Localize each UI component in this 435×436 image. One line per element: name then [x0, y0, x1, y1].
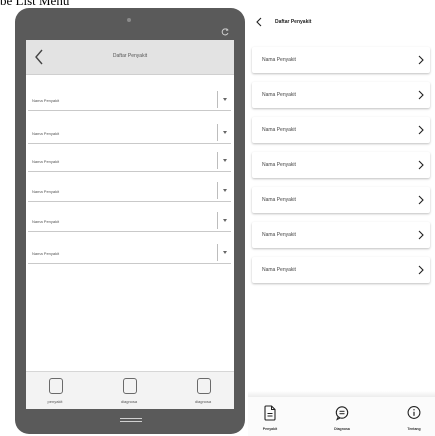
- disease-name-label: Nama Penyakit: [32, 251, 60, 256]
- nav-label: Penyakit: [262, 427, 278, 431]
- disease-name-label: Nama Penyakit: [262, 127, 296, 133]
- chevron-right-icon: [418, 160, 424, 170]
- page-title: Daftar Penyakit: [112, 53, 148, 59]
- nav-label: penyakit: [47, 399, 63, 404]
- phone-frame: Daftar Penyakit Nama Penyakit Nama Penya…: [15, 8, 245, 434]
- dropdown-arrow-icon[interactable]: [223, 159, 227, 162]
- disease-name-label: Nama Penyakit: [262, 57, 296, 63]
- divider: [217, 124, 218, 141]
- chevron-right-icon: [418, 195, 424, 205]
- divider: [217, 91, 218, 108]
- chevron-right-icon: [418, 55, 424, 65]
- nav-label: diagnosa: [120, 399, 138, 404]
- disease-name-label: Nama Penyakit: [262, 267, 296, 273]
- disease-name-label: Nama Penyakit: [262, 232, 296, 238]
- placeholder-icon: [123, 378, 137, 394]
- chat-icon: [335, 406, 349, 421]
- nav-diagnosa[interactable]: Diagnosa: [322, 397, 362, 436]
- disease-list-item[interactable]: Nama Penyakit: [252, 152, 430, 178]
- page-title: Daftar Penyakit: [275, 19, 312, 25]
- disease-dropdown-row[interactable]: Nama Penyakit: [28, 180, 231, 202]
- disease-list-item[interactable]: Nama Penyakit: [252, 117, 430, 143]
- chevron-right-icon: [418, 230, 424, 240]
- placeholder-icon: [49, 378, 63, 394]
- nav-penyakit[interactable]: penyakit: [27, 372, 87, 409]
- divider: [217, 212, 218, 229]
- app-header: Daftar Penyakit: [26, 40, 234, 75]
- bottom-nav: penyakit diagnosa diagnosa: [26, 371, 234, 409]
- disease-dropdown-row[interactable]: Nama Penyakit: [28, 150, 231, 172]
- app-header: Daftar Penyakit: [248, 0, 435, 40]
- nav-tentang[interactable]: Tentang: [394, 397, 434, 436]
- phone-speaker: [127, 18, 131, 22]
- disease-dropdown-row[interactable]: Nama Penyakit: [28, 89, 231, 111]
- disease-name-label: Nama Penyakit: [32, 98, 60, 103]
- wireframe-screen: Daftar Penyakit Nama Penyakit Nama Penya…: [26, 40, 234, 409]
- dropdown-arrow-icon[interactable]: [223, 98, 227, 101]
- info-icon: [407, 406, 421, 419]
- disease-name-label: Nama Penyakit: [32, 219, 60, 224]
- nav-label: diagnosa: [194, 399, 212, 404]
- disease-list-item[interactable]: Nama Penyakit: [252, 82, 430, 108]
- dropdown-arrow-icon[interactable]: [223, 219, 227, 222]
- dropdown-arrow-icon[interactable]: [223, 131, 227, 134]
- document-icon: [264, 405, 276, 421]
- disease-list-item[interactable]: Nama Penyakit: [252, 187, 430, 213]
- divider: [217, 182, 218, 199]
- disease-list-item[interactable]: Nama Penyakit: [252, 257, 430, 283]
- final-design-screen: Daftar Penyakit Nama Penyakit Nama Penya…: [248, 0, 435, 436]
- nav-label: Diagnosa: [334, 427, 350, 431]
- chevron-right-icon: [418, 125, 424, 135]
- nav-diagnosa[interactable]: diagnosa: [101, 372, 161, 409]
- disease-list-item[interactable]: Nama Penyakit: [252, 47, 430, 73]
- placeholder-icon: [197, 378, 211, 394]
- disease-name-label: Nama Penyakit: [32, 189, 60, 194]
- rotate-icon[interactable]: [220, 27, 230, 37]
- disease-name-label: Nama Penyakit: [32, 159, 60, 164]
- disease-dropdown-row[interactable]: Nama Penyakit: [28, 122, 231, 144]
- disease-name-label: Nama Penyakit: [262, 92, 296, 98]
- disease-dropdown-row[interactable]: Nama Penyakit: [28, 210, 231, 232]
- chevron-right-icon: [418, 90, 424, 100]
- nav-diagnosa-2[interactable]: diagnosa: [175, 372, 234, 409]
- disease-name-label: Nama Penyakit: [262, 162, 296, 168]
- back-arrow-icon[interactable]: [255, 17, 263, 27]
- chevron-right-icon: [418, 265, 424, 275]
- disease-name-label: Nama Penyakit: [262, 197, 296, 203]
- home-button[interactable]: [120, 418, 142, 419]
- bottom-nav: Penyakit Diagnosa Tentang: [248, 397, 435, 436]
- nav-label: Tentang: [407, 427, 421, 431]
- dropdown-arrow-icon[interactable]: [223, 189, 227, 192]
- disease-name-label: Nama Penyakit: [32, 131, 60, 136]
- disease-dropdown-row[interactable]: Nama Penyakit: [28, 242, 231, 264]
- divider: [217, 152, 218, 169]
- disease-list-item[interactable]: Nama Penyakit: [252, 222, 430, 248]
- dropdown-arrow-icon[interactable]: [223, 251, 227, 254]
- divider: [217, 244, 218, 261]
- nav-penyakit[interactable]: Penyakit: [250, 397, 290, 436]
